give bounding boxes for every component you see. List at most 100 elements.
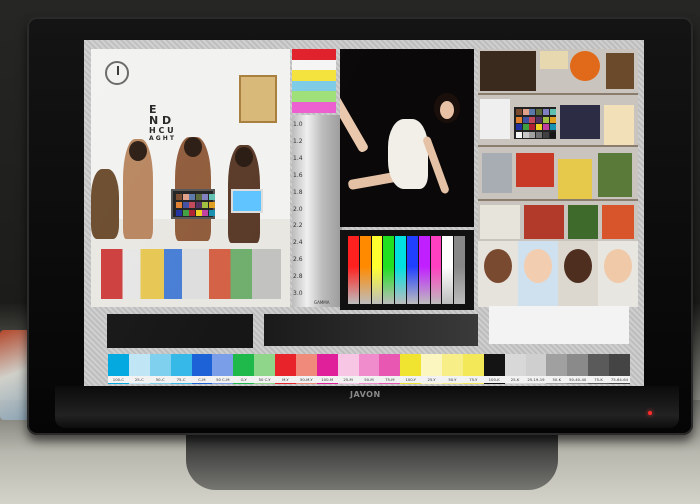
model-dress xyxy=(388,119,428,189)
collage-tile xyxy=(568,205,598,239)
checker-patch xyxy=(182,210,189,216)
swatch-label: 100-M xyxy=(316,376,338,383)
checker-patch xyxy=(522,116,529,123)
person-head xyxy=(235,147,253,167)
swatch-label: 75-K xyxy=(588,376,609,383)
checker-patch xyxy=(176,210,182,216)
color-swatch: 25-K xyxy=(504,354,526,384)
model-face xyxy=(440,101,454,119)
face xyxy=(524,249,552,283)
collage-tile xyxy=(558,159,592,199)
swatch-label: 100-C xyxy=(108,376,129,383)
swatch-label: 100-K xyxy=(483,376,505,383)
color-swatch: M-Y xyxy=(275,354,296,384)
black-patch xyxy=(107,314,253,348)
checker-patch xyxy=(529,109,536,115)
eye-chart-line: N D xyxy=(149,114,172,127)
color-swatch: 100-K xyxy=(483,354,505,384)
checker-patch xyxy=(189,202,196,208)
color-swatch: C-M xyxy=(191,354,213,384)
checker-patch xyxy=(209,194,215,200)
color-swatch: 75-64-64 xyxy=(609,354,630,384)
swatch-label: 50-K xyxy=(546,376,568,383)
eye-chart-line: A G H T xyxy=(149,135,174,142)
color-swatch: 50-M xyxy=(358,354,380,384)
collage-tile xyxy=(480,51,536,91)
photo-scene: JAVON E N D H C U A G H T 1.0 1.2 1.4 1.… xyxy=(0,0,700,504)
checker-patch xyxy=(529,124,536,130)
face xyxy=(564,249,592,283)
collage-tile xyxy=(524,205,564,239)
swatch-label: 75-C xyxy=(170,376,192,383)
swatch-label: 25-19-19 xyxy=(525,376,547,383)
face-tile xyxy=(598,241,638,307)
checker-patch xyxy=(542,131,549,138)
checker-patch xyxy=(522,109,529,115)
gamma-label: 2.4 xyxy=(293,239,303,247)
gamma-label: 1.0 xyxy=(293,121,303,128)
brand-logo: JAVON xyxy=(350,390,381,399)
checker-patch xyxy=(176,202,182,208)
collage-tile xyxy=(604,105,634,145)
rainbow-bar xyxy=(418,236,430,304)
faces-strip xyxy=(478,241,638,307)
checker-patch xyxy=(542,116,549,123)
swatch-label: 25-M xyxy=(337,376,359,383)
shelf xyxy=(478,93,638,95)
monitor-screen: E N D H C U A G H T 1.0 1.2 1.4 1.6 1.8 2.0 2.… xyxy=(84,40,644,386)
swatch-label: 25-K xyxy=(504,376,526,383)
kangaroo-figure xyxy=(91,169,119,239)
blue-sky-tablet xyxy=(231,189,263,213)
rainbow-bar xyxy=(442,236,454,304)
power-led xyxy=(648,411,652,415)
swatch-label: 50 C-M xyxy=(212,376,234,383)
color-swatch: 25-M xyxy=(337,354,359,384)
face-tile xyxy=(518,241,558,307)
swatch-label: 25-Y xyxy=(421,376,442,383)
checker-patch xyxy=(529,131,536,138)
test-photo-portrait xyxy=(340,49,474,227)
checker-patch xyxy=(549,131,556,138)
person-head xyxy=(129,141,147,161)
checker-patch xyxy=(189,210,196,216)
flower-icon xyxy=(570,51,600,81)
swatch-label: 50-M-Y xyxy=(295,376,317,383)
gamma-label: 3.0 xyxy=(293,290,303,298)
swatch-label: 50 C-Y xyxy=(254,376,275,383)
collage-tile xyxy=(480,99,510,139)
gamma-label: 1.4 xyxy=(293,154,303,162)
collage-tile xyxy=(602,205,634,239)
checker-patch xyxy=(209,202,215,208)
gamma-label: 2.8 xyxy=(293,273,303,281)
dark-gray-ramp xyxy=(264,314,478,346)
color-swatch: G-Y xyxy=(233,354,255,384)
collage-tile xyxy=(540,51,568,69)
color-swatch: 75-K xyxy=(588,354,609,384)
color-swatch: 50-40-40 xyxy=(567,354,589,384)
color-bar xyxy=(292,91,336,102)
color-swatch: 50-Y xyxy=(442,354,463,384)
color-swatch: 75-M xyxy=(379,354,401,384)
rainbow-gradient-bars xyxy=(340,230,474,310)
eye-chart-line: H C U xyxy=(149,126,174,135)
color-bar xyxy=(292,49,336,60)
checker-patch xyxy=(182,194,189,200)
collage-tile xyxy=(516,153,554,187)
color-swatch: 100-M xyxy=(316,354,338,384)
collage-tile xyxy=(606,53,634,89)
color-swatch: 100-C xyxy=(108,354,129,384)
gamma-label: 2.0 xyxy=(293,205,303,213)
eye-chart: E N D H C U A G H T xyxy=(149,104,174,143)
rainbow-bar xyxy=(348,236,359,304)
model-leg xyxy=(340,86,370,154)
color-bar xyxy=(292,59,336,71)
swatch-label: M-Y xyxy=(275,376,296,383)
checker-patch xyxy=(182,202,189,208)
rainbow-bar xyxy=(383,236,395,304)
checker-patch xyxy=(195,210,202,216)
checker-patch xyxy=(542,124,549,130)
person-head xyxy=(184,137,202,157)
color-bars xyxy=(292,49,336,113)
color-bar xyxy=(292,101,336,113)
gamma-label: 1.2 xyxy=(293,137,303,145)
